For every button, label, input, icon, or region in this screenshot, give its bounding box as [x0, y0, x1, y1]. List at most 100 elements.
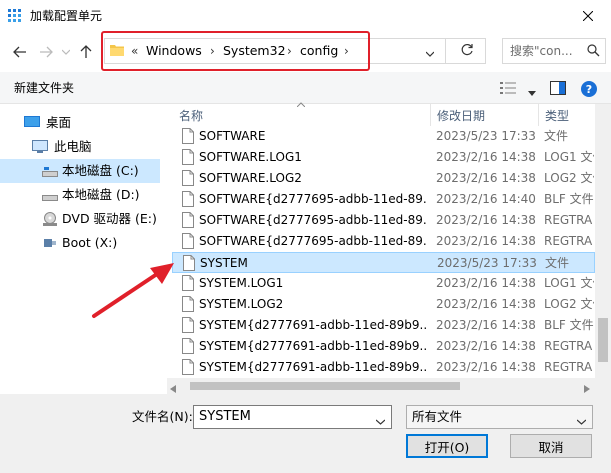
preview-pane-icon	[550, 81, 566, 95]
nav-item-drive-d[interactable]: 本地磁盘 (D:)	[0, 183, 160, 207]
registry-app-icon	[8, 9, 21, 22]
file-row[interactable]: SOFTWARE{d2777695-adbb-11ed-89... 2023/2/…	[172, 210, 595, 231]
file-name: SYSTEM{d2777691-adbb-11ed-89b9...	[199, 318, 427, 332]
file-type: REGTRA	[544, 360, 593, 374]
file-row[interactable]: SYSTEM.LOG2 2023/2/16 14:38 LOG2 文件	[172, 294, 595, 315]
file-date: 2023/2/16 14:38	[436, 276, 536, 290]
file-date: 2023/2/16 14:38	[436, 150, 536, 164]
file-name: SOFTWARE	[199, 129, 266, 143]
forward-button[interactable]	[36, 42, 56, 62]
arrow-right-icon	[40, 46, 53, 58]
file-name: SYSTEM{d2777691-adbb-11ed-89b9...	[199, 339, 427, 353]
computer-icon	[32, 140, 48, 153]
file-date: 2023/2/16 14:38	[436, 234, 536, 248]
nav-item-label: 本地磁盘 (D:)	[62, 187, 140, 202]
file-row[interactable]: SYSTEM{d2777691-adbb-11ed-89b9... 2023/2/…	[172, 336, 595, 357]
view-dropdown-button[interactable]	[528, 85, 536, 99]
file-date: 2023/2/16 14:40	[436, 192, 536, 206]
file-date: 2023/5/23 17:33	[436, 129, 536, 143]
file-row[interactable]: SYSTEM.LOG1 2023/2/16 14:38 LOG1 文件	[172, 273, 595, 294]
desktop-icon	[24, 116, 40, 127]
file-date: 2023/2/16 14:38	[436, 339, 536, 353]
file-icon	[182, 338, 194, 354]
file-type: REGTRA	[544, 339, 593, 353]
file-icon	[182, 191, 194, 207]
file-name: SOFTWARE{d2777695-adbb-11ed-89...	[199, 192, 427, 206]
file-icon	[182, 233, 194, 249]
window-title: 加载配置单元	[30, 9, 103, 23]
cancel-button[interactable]: 取消	[510, 434, 592, 458]
refresh-button[interactable]	[460, 43, 474, 60]
file-icon	[182, 212, 194, 228]
file-row[interactable]: SOFTWARE.LOG1 2023/2/16 14:38 LOG1 文件	[172, 147, 595, 168]
up-button[interactable]	[76, 42, 96, 62]
file-type: LOG2 文件	[544, 297, 594, 311]
file-name: SYSTEM.LOG2	[199, 297, 284, 311]
file-date: 2023/2/16 14:38	[436, 171, 536, 185]
file-date: 2023/2/16 14:38	[436, 297, 536, 311]
column-header-type[interactable]: 类型	[545, 108, 569, 124]
file-type: REGTRA	[544, 234, 593, 248]
file-row[interactable]: SYSTEM{d2777691-adbb-11ed-89b9... 2023/2/…	[172, 315, 595, 336]
file-icon	[183, 255, 195, 271]
file-type-dropdown-button[interactable]	[576, 414, 587, 428]
nav-item-label: 本地磁盘 (C:)	[62, 163, 139, 178]
arrow-left-icon	[13, 46, 26, 58]
nav-item-desktop[interactable]: 桌面	[0, 111, 160, 135]
file-icon	[182, 359, 194, 375]
vertical-scroll-thumb[interactable]	[598, 318, 608, 362]
column-header-name[interactable]: 名称	[179, 108, 203, 124]
file-row[interactable]: SOFTWARE.LOG2 2023/2/16 14:38 LOG2 文件	[172, 168, 595, 189]
file-name: SOFTWARE{d2777695-adbb-11ed-89...	[199, 213, 427, 227]
nav-item-label: Boot (X:)	[62, 235, 118, 250]
filename-label: 文件名(N):	[132, 409, 193, 424]
nav-item-label: 此电脑	[54, 139, 92, 154]
recent-locations-button[interactable]	[56, 42, 76, 62]
address-dropdown-button[interactable]	[425, 46, 435, 60]
file-type-value: 所有文件	[412, 409, 463, 424]
arrow-up-icon	[80, 45, 92, 58]
file-name: SOFTWARE.LOG2	[199, 171, 302, 185]
nav-item-this-pc[interactable]: 此电脑	[0, 135, 160, 159]
file-type: BLF 文件	[544, 192, 594, 206]
column-header-date[interactable]: 修改日期	[437, 108, 485, 124]
nav-item-dvd-drive[interactable]: DVD 驱动器 (E:)	[0, 207, 160, 231]
file-type: LOG2 文件	[544, 171, 594, 185]
file-row[interactable]: SOFTWARE 2023/5/23 17:33 文件	[172, 126, 595, 147]
file-name: SYSTEM	[200, 256, 248, 270]
search-icon[interactable]	[587, 44, 600, 60]
preview-pane-button[interactable]	[550, 81, 566, 98]
column-divider[interactable]	[538, 104, 539, 126]
file-date: 2023/2/16 14:38	[436, 318, 536, 332]
view-options-button[interactable]	[500, 81, 516, 98]
file-row[interactable]: SYSTEM{d2777691-adbb-11ed-89b9... 2023/2/…	[172, 357, 595, 378]
back-button[interactable]	[10, 42, 30, 62]
file-row[interactable]: SOFTWARE{d2777695-adbb-11ed-89... 2023/2/…	[172, 189, 595, 210]
file-type: LOG1 文件	[544, 150, 594, 164]
horizontal-scroll-thumb[interactable]	[190, 382, 460, 390]
file-date: 2023/2/16 14:38	[436, 360, 536, 374]
file-icon	[182, 275, 194, 291]
usb-drive-icon	[44, 239, 56, 247]
column-divider[interactable]	[430, 104, 431, 126]
open-button[interactable]: 打开(O)	[406, 434, 488, 458]
nav-item-boot-drive[interactable]: Boot (X:)	[0, 231, 160, 255]
details-view-icon	[500, 82, 516, 94]
nav-item-drive-c[interactable]: 本地磁盘 (C:)	[0, 159, 160, 183]
new-folder-button[interactable]: 新建文件夹	[14, 80, 74, 96]
file-icon	[182, 149, 194, 165]
file-type: REGTRA	[544, 213, 593, 227]
close-button[interactable]	[565, 0, 611, 32]
chevron-down-icon	[425, 51, 435, 57]
file-row[interactable]: SYSTEM 2023/5/23 17:33 文件	[172, 252, 595, 273]
refresh-icon	[461, 43, 473, 56]
help-button[interactable]: ?	[581, 81, 597, 97]
chevron-down-icon	[576, 419, 587, 425]
close-icon	[583, 11, 593, 21]
file-name: SOFTWARE{d2777695-adbb-11ed-89...	[199, 234, 427, 248]
file-row[interactable]: SOFTWARE{d2777695-adbb-11ed-89... 2023/2/…	[172, 231, 595, 252]
filename-dropdown-button[interactable]	[375, 414, 386, 428]
sort-ascending-icon	[297, 102, 305, 107]
file-icon	[182, 317, 194, 333]
file-type: 文件	[544, 129, 569, 143]
